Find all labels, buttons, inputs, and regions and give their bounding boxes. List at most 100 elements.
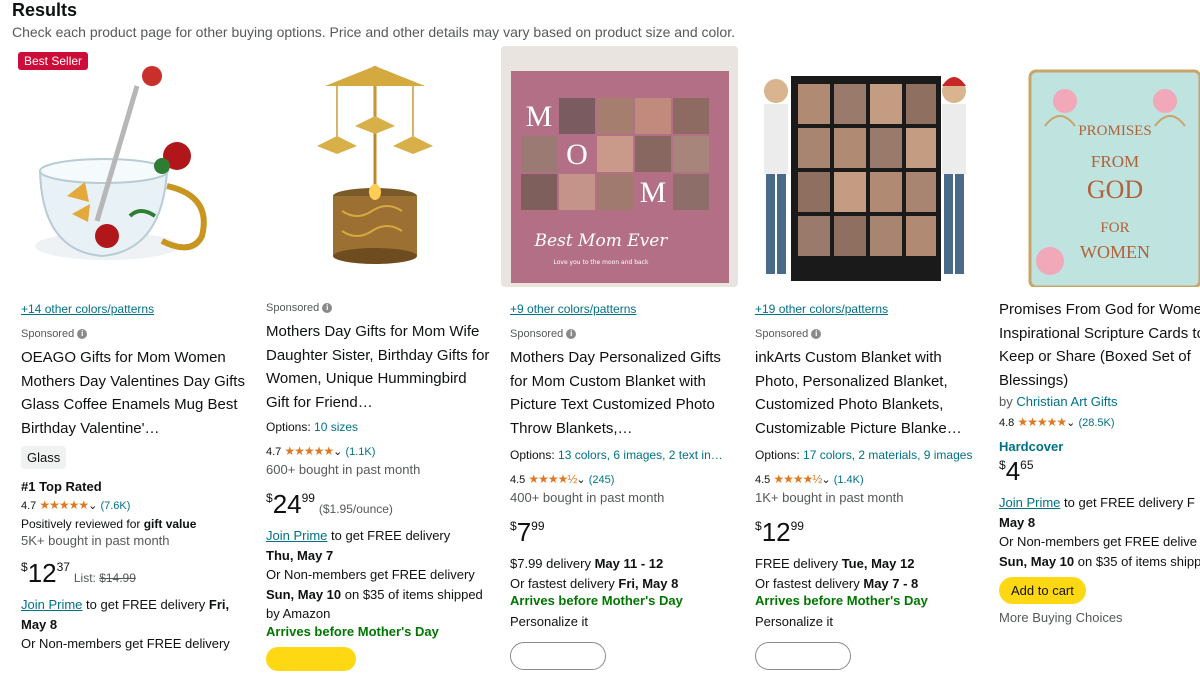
results-header: Results Check each product page for othe… [12,0,1192,41]
rating-row: 4.5 ★★★★½⌄ (1.4K) [755,472,864,486]
box-line-3: GOD [1087,175,1143,204]
options-row: Options: 13 colors, 6 images, 2 text in… [510,448,723,462]
star-icon[interactable]: ★★★★★ [284,444,334,458]
review-count[interactable]: (7.6K) [100,500,130,512]
customize-button[interactable] [510,641,606,670]
price[interactable]: $465 [999,456,1200,487]
product-card: PROMISES FROM GOD FOR WOMEN Promises Fro… [990,46,1200,686]
best-seller-badge: Best Seller [18,52,89,70]
arrives-before-label: Arrives before Mother's Day [510,593,683,608]
box-line-1: PROMISES [1078,123,1151,139]
product-title[interactable]: inkArts Custom Blanket with Photo, Perso… [755,346,981,440]
review-count[interactable]: (1.4K) [834,474,864,486]
bought-count: 5K+ bought in past month [21,533,170,548]
options-row: Options: 17 colors, 2 materials, 9 image… [755,448,973,462]
format-link[interactable]: Hardcover [999,439,1200,454]
rating-value: 4.7 [21,500,37,512]
chevron-down-icon[interactable]: ⌄ [821,474,830,486]
colors-link[interactable]: +14 other colors/patterns [21,302,247,316]
chevron-down-icon[interactable]: ⌄ [576,474,585,486]
add-to-cart-button[interactable] [266,646,356,671]
colors-link[interactable]: +19 other colors/patterns [755,302,981,316]
personalize-label: Personalize it [510,614,589,629]
info-circle-icon[interactable]: i [322,303,333,314]
rating-row: 4.7 ★★★★★⌄ (1.1K) [266,444,376,458]
rating-row: 4.5 ★★★★½⌄ (245) [510,472,615,486]
star-icon[interactable]: ★★★★½ [773,472,822,486]
product-details: +19 other colors/patterns Sponsored i in… [755,302,981,675]
product-title[interactable]: Promises From God for Women, Inspiration… [999,298,1200,392]
mom-letter-1: M [526,100,553,133]
promises-box-image: PROMISES FROM GOD FOR WOMEN [990,46,1200,287]
author-link[interactable]: Christian Art Gifts [1016,394,1117,409]
nonmember-delivery: Or Non-members get FREE delivery [21,636,230,651]
delivery-info: Join Prime to get FREE delivery F May 8 … [999,495,1200,569]
customize-button[interactable] [755,641,851,670]
bought-count: 1K+ bought in past month [755,490,904,505]
product-details: +14 other colors/patterns Sponsored i OE… [21,302,247,654]
author-row: by Christian Art Gifts [999,394,1118,409]
product-image[interactable] [257,46,494,287]
unit-price: ($1.95/ounce) [318,502,393,516]
photo-blanket-image [746,46,983,287]
star-icon[interactable]: ★★★★½ [528,472,577,486]
product-title[interactable]: OEAGO Gifts for Mom Women Mothers Day Va… [21,346,247,440]
product-image[interactable]: M O M Best Mom Ever Love you to the moon… [501,46,738,287]
add-to-cart-button[interactable]: Add to cart [999,577,1086,604]
personalize-label: Personalize it [755,614,834,629]
options-row: Options: 10 sizes [266,420,359,434]
product-card: M O M Best Mom Ever Love you to the moon… [501,46,738,686]
info-circle-icon[interactable]: i [77,329,88,340]
review-count[interactable]: (1.1K) [345,446,375,458]
blanket-script: Best Mom Ever [534,231,669,251]
product-grid: Best Seller +14 other colors/patterns Sp… [12,46,1200,686]
product-image[interactable]: PROMISES FROM GOD FOR WOMEN [990,46,1200,287]
chevron-down-icon[interactable]: ⌄ [1066,417,1075,429]
join-prime-link[interactable]: Join Prime [21,597,82,612]
product-title[interactable]: Mothers Day Personalized Gifts for Mom C… [510,346,736,440]
product-card: +19 other colors/patterns Sponsored i in… [746,46,983,686]
price[interactable]: $2499 ($1.95/ounce) [266,489,492,520]
arrives-before-label: Arrives before Mother's Day [755,593,928,608]
product-title[interactable]: Mothers Day Gifts for Mom Wife Daughter … [266,320,492,414]
results-title: Results [12,0,78,20]
star-icon[interactable]: ★★★★★ [39,498,89,512]
join-prime-link[interactable]: Join Prime [999,495,1060,510]
box-line-4: FOR [1100,220,1129,236]
review-count[interactable]: (28.5K) [1078,417,1114,429]
price[interactable]: $1237 List: $14.99 [21,558,247,589]
colors-link[interactable]: +9 other colors/patterns [510,302,736,316]
rating-row: 4.8 ★★★★★⌄ (28.5K) [999,415,1115,429]
box-line-5: WOMEN [1080,242,1150,262]
candle-holder-image [257,46,494,287]
review-count[interactable]: (245) [589,474,615,486]
top-rated-label: #1 Top Rated [21,479,102,494]
star-icon[interactable]: ★★★★★ [1017,415,1067,429]
product-image[interactable] [746,46,983,287]
sponsored-label: Sponsored i [510,328,736,340]
product-details: +9 other colors/patterns Sponsored i Mot… [510,302,736,675]
bought-count: 600+ bought in past month [266,462,421,477]
product-image[interactable]: Best Seller [12,46,249,287]
info-circle-icon[interactable]: i [566,329,577,340]
box-line-2: FROM [1091,152,1139,171]
chevron-down-icon[interactable]: ⌄ [88,500,97,512]
join-prime-link[interactable]: Join Prime [266,528,327,543]
delivery-info: FREE delivery Tue, May 12 Or fastest del… [755,556,919,591]
info-circle-icon[interactable]: i [811,329,822,340]
price[interactable]: $1299 [755,517,981,548]
delivery-info: Join Prime to get FREE delivery Fri, May… [21,597,230,632]
price[interactable]: $799 [510,517,736,548]
blanket-script-small: Love you to the moon and back [553,259,649,266]
results-subtitle: Check each product page for other buying… [12,24,735,40]
options-link[interactable]: 17 colors, 2 materials, 9 images [803,448,972,462]
sponsored-label: Sponsored i [21,328,247,340]
rating-row: 4.7 ★★★★★⌄ (7.6K) [21,498,247,512]
options-link[interactable]: 10 sizes [314,420,358,434]
more-buying-choices[interactable]: More Buying Choices [999,610,1200,625]
list-price: List: $14.99 [73,571,136,585]
product-card: Best Seller +14 other colors/patterns Sp… [12,46,249,686]
options-link[interactable]: 13 colors, 6 images, 2 text in… [558,448,723,462]
sponsored-label: Sponsored i [755,328,981,340]
chevron-down-icon[interactable]: ⌄ [333,446,342,458]
